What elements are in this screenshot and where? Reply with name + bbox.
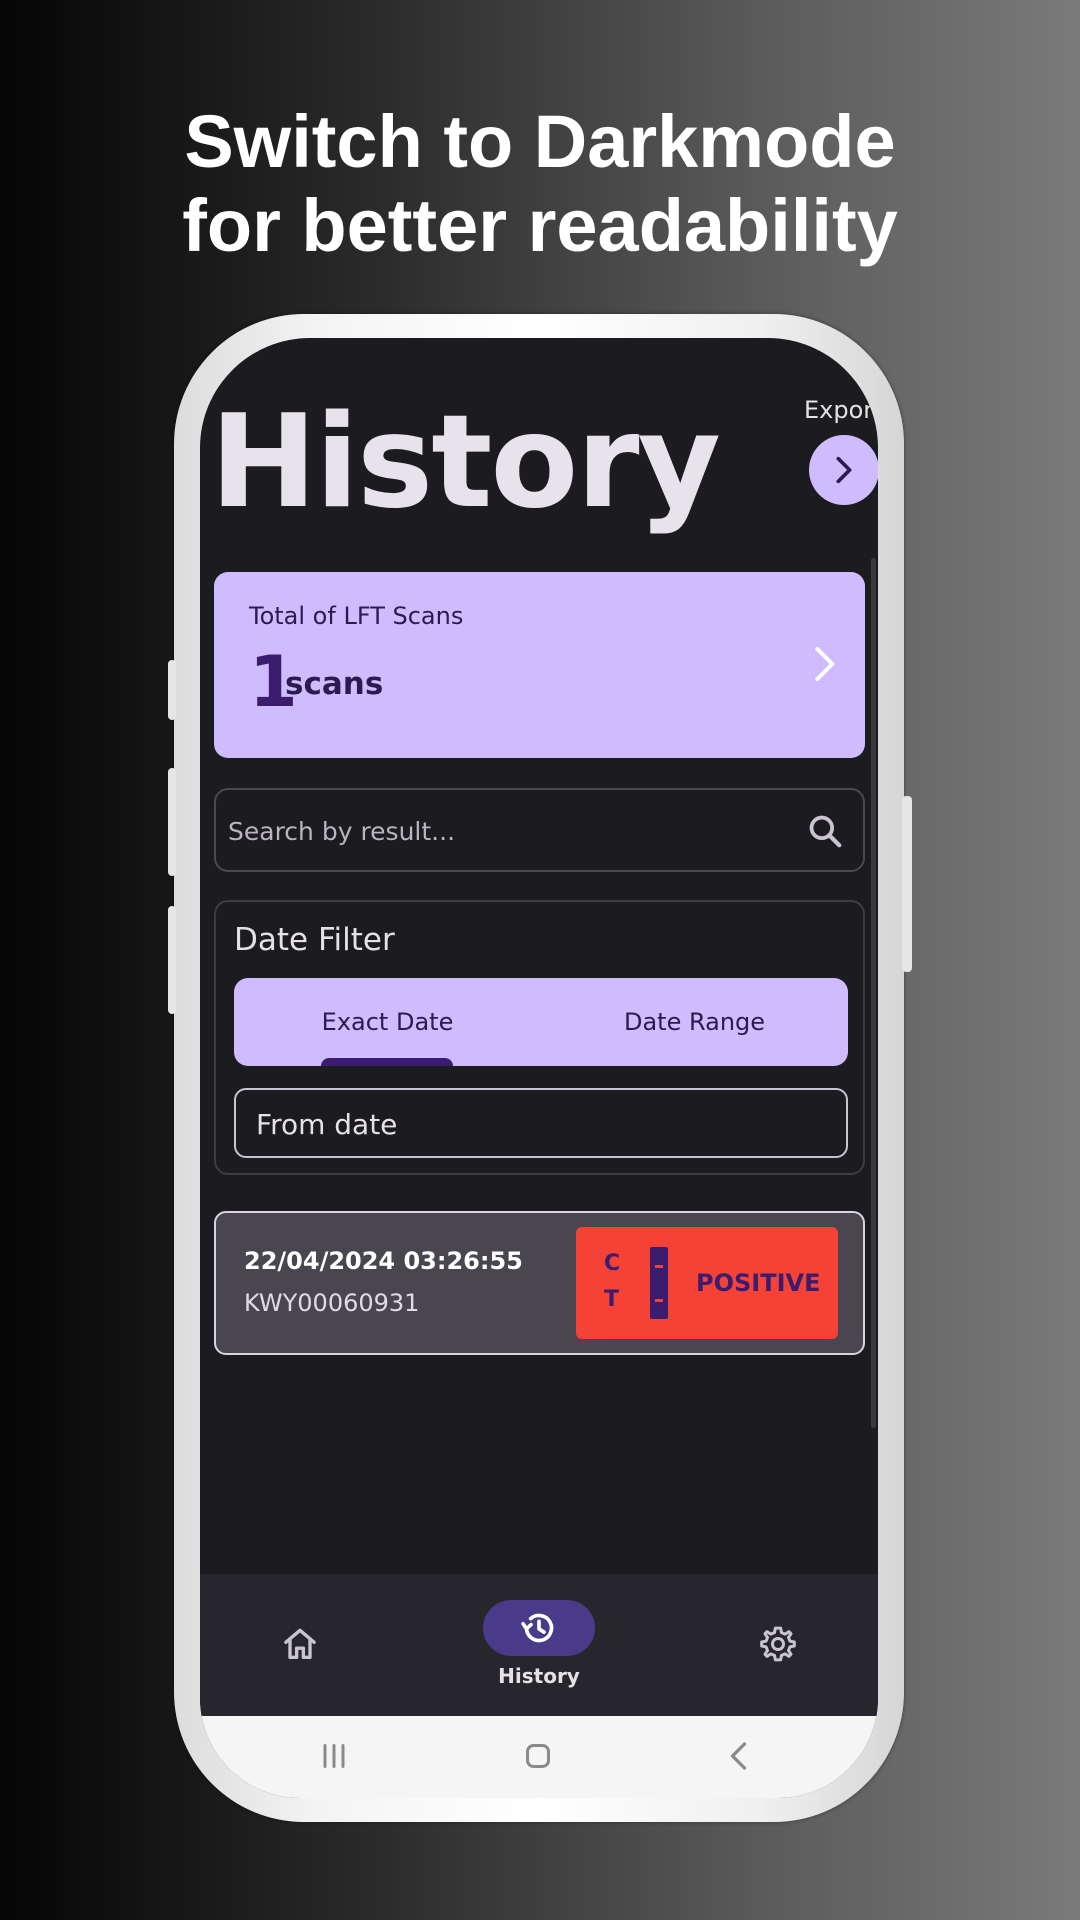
chevron-right-icon	[815, 647, 835, 681]
system-navigation-bar	[200, 1716, 878, 1798]
test-line-label: T	[604, 1287, 620, 1312]
page-title: History	[210, 388, 721, 537]
search-field[interactable]	[214, 788, 865, 872]
search-icon[interactable]	[806, 812, 844, 850]
promo-headline-line-2: for better readability	[182, 184, 898, 267]
tab-date-range[interactable]: Date Range	[541, 978, 848, 1066]
date-filter-panel: Date Filter Exact Date Date Range	[214, 900, 865, 1175]
phone-side-button	[168, 768, 176, 876]
history-icon	[521, 1613, 554, 1643]
result-code: KWY00060931	[244, 1289, 420, 1317]
tab-label: Exact Date	[321, 1008, 454, 1036]
nav-history-active-indicator	[483, 1600, 595, 1656]
nav-settings[interactable]	[738, 1574, 818, 1716]
back-icon[interactable]	[722, 1738, 758, 1774]
phone-side-button	[168, 906, 176, 1014]
date-filter-tabs: Exact Date Date Range	[234, 978, 848, 1066]
export-label: Export	[804, 396, 878, 424]
promo-headline: Switch to Darkmode for better readabilit…	[0, 100, 1080, 268]
test-strip-icon	[650, 1247, 668, 1319]
home-button-icon[interactable]	[520, 1738, 556, 1774]
total-scans-unit: scans	[285, 666, 384, 702]
date-filter-heading: Date Filter	[234, 922, 395, 958]
result-status: POSITIVE	[696, 1269, 821, 1297]
recent-apps-icon[interactable]	[316, 1738, 352, 1774]
gear-icon	[760, 1626, 796, 1662]
control-line-label: C	[604, 1251, 621, 1276]
total-scans-label: Total of LFT Scans	[249, 602, 464, 630]
result-datetime: 22/04/2024 03:26:55	[244, 1247, 523, 1275]
result-list-item[interactable]: 22/04/2024 03:26:55 KWY00060931 C T POSI…	[214, 1211, 865, 1355]
result-badge-positive: C T POSITIVE	[576, 1227, 838, 1339]
search-input[interactable]	[228, 804, 768, 858]
home-icon	[284, 1628, 316, 1659]
tab-indicator	[321, 1058, 453, 1066]
tab-label: Date Range	[623, 1008, 766, 1036]
from-date-input[interactable]	[256, 1100, 816, 1148]
scrollbar[interactable]	[871, 558, 876, 1428]
nav-home[interactable]	[260, 1574, 340, 1716]
phone-power-button	[902, 796, 912, 972]
tab-exact-date[interactable]: Exact Date	[234, 978, 541, 1066]
chevron-right-icon	[836, 456, 852, 484]
nav-history[interactable]: History	[479, 1574, 599, 1716]
promo-headline-line-1: Switch to Darkmode	[184, 100, 896, 183]
bottom-navigation: History	[200, 1574, 878, 1716]
nav-history-label: History	[498, 1664, 580, 1688]
phone-side-button	[168, 660, 176, 720]
app-screen: History Export Total of LFT Scans 1 scan…	[200, 338, 878, 1798]
total-scans-card[interactable]: Total of LFT Scans 1 scans	[214, 572, 865, 758]
from-date-field[interactable]	[234, 1088, 848, 1158]
export-button[interactable]	[809, 435, 878, 505]
